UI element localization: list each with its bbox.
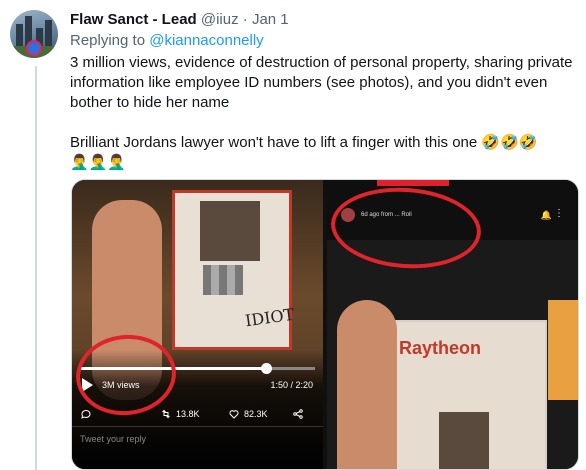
id-badge-portrait: [200, 201, 260, 261]
tweet-text: 3 million views, evidence of destruction…: [70, 53, 578, 173]
laughing-emoji-icon: 🤣🤣🤣: [481, 134, 538, 151]
mention-link[interactable]: @kiannaconnelly: [149, 32, 263, 49]
tweet-date[interactable]: Jan 1: [252, 11, 289, 28]
facepalm-emoji-icon: 🤦‍♂️🤦‍♂️🤦‍♂️: [70, 154, 127, 171]
tweet-paragraph-1: 3 million views, evidence of destruction…: [70, 54, 573, 111]
photo-thumb-right: [337, 300, 397, 469]
lanyard-clip: [548, 300, 578, 400]
skyline-building: [45, 20, 52, 46]
retweet-count: 13.8K: [176, 409, 200, 419]
tweet-content: Flaw Sanct - Lead @iiuz · Jan 1 Replying…: [70, 10, 578, 173]
skyline-building: [16, 24, 23, 46]
heart-icon: [229, 410, 239, 419]
divider: [72, 426, 323, 427]
id-badge-closeup: Raytheon: [387, 320, 547, 469]
reply-icon: [81, 409, 91, 419]
bell-icon: 🔔: [540, 210, 552, 220]
share-stat[interactable]: [292, 408, 304, 420]
tweet-paragraph-2: Brilliant Jordans lawyer won't have to l…: [70, 133, 578, 173]
avatar-badge-icon: [26, 40, 42, 56]
reply-stat[interactable]: [80, 408, 92, 420]
author-name[interactable]: Flaw Sanct - Lead: [70, 11, 197, 28]
tweet-media[interactable]: IDIOT 3M views 1:50 / 2:20 13.8K 82.3K T…: [71, 179, 579, 470]
retweet-icon: [162, 409, 170, 419]
scrawl-text: IDIOT: [243, 304, 296, 331]
author-handle[interactable]: @iiuz: [201, 11, 239, 28]
replying-to: Replying to @kiannaconnelly: [70, 31, 578, 51]
more-icon: ⋮: [554, 208, 564, 219]
avatar[interactable]: [10, 10, 58, 58]
red-marker: [377, 180, 449, 186]
replying-prefix: Replying to: [70, 32, 150, 49]
tweet-header: Flaw Sanct - Lead @iiuz · Jan 1: [70, 10, 578, 30]
media-image-left[interactable]: IDIOT 3M views 1:50 / 2:20 13.8K 82.3K T…: [72, 180, 323, 469]
like-count: 82.3K: [244, 409, 268, 419]
thread-line: [35, 66, 37, 470]
badge-portrait: [439, 412, 489, 469]
share-icon: [293, 409, 303, 419]
video-scrubber-handle[interactable]: [260, 363, 272, 374]
video-time: 1:50 / 2:20: [270, 380, 313, 390]
retweet-stat[interactable]: 13.8K: [160, 408, 200, 420]
like-stat[interactable]: 82.3K: [228, 408, 268, 420]
id-badge-photo: IDIOT: [172, 190, 296, 350]
separator-dot: ·: [242, 11, 248, 28]
tweet-paragraph-2-text: Brilliant Jordans lawyer won't have to l…: [70, 134, 482, 151]
media-image-right[interactable]: 6d ago from ... Roll 🔔 ⋮ Raytheon: [327, 180, 578, 469]
reply-input[interactable]: Tweet your reply: [80, 434, 146, 444]
blurred-id-number: [203, 265, 243, 295]
badge-brand-text: Raytheon: [399, 338, 482, 358]
